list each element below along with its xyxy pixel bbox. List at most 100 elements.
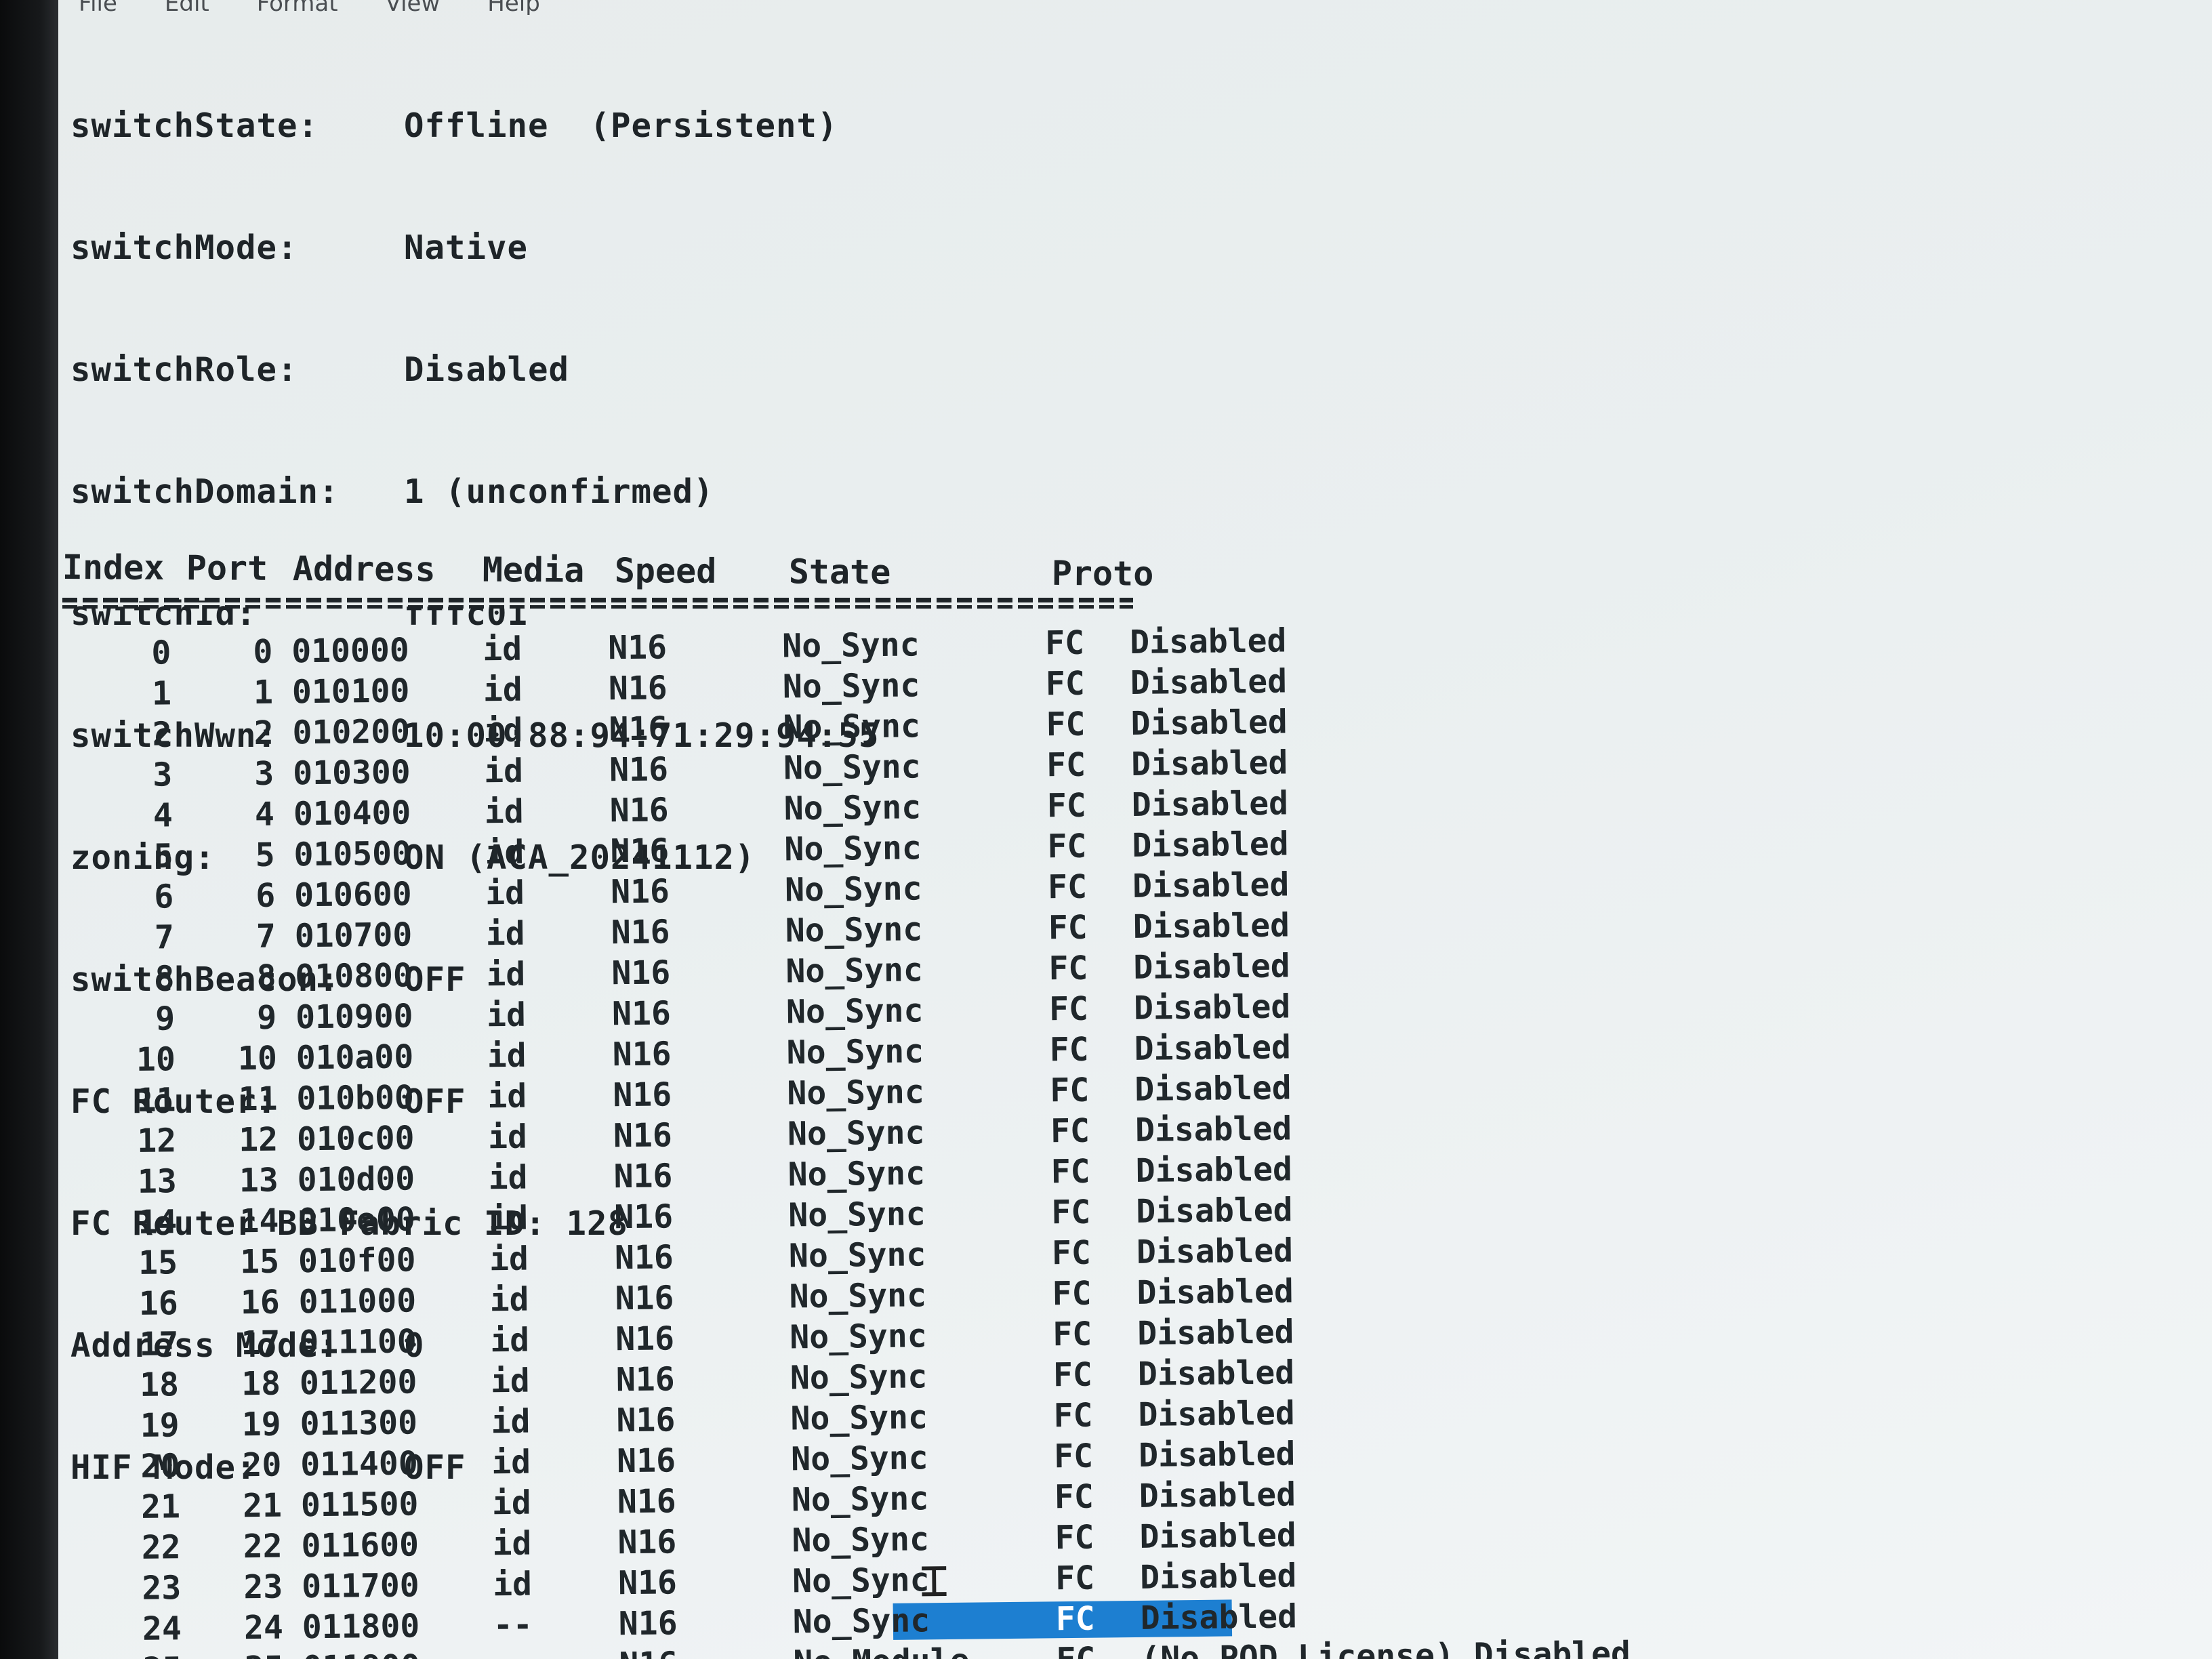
cell-port: 16 — [240, 1283, 280, 1322]
text-cursor-icon: ⌶ — [919, 1551, 949, 1608]
cell-media: id — [485, 914, 525, 954]
header-media: Media — [482, 550, 585, 590]
cell-media: id — [485, 833, 525, 872]
cell-proto: FC — [1051, 1193, 1091, 1232]
cell-status: Disabled — [1138, 1435, 1296, 1475]
cell-index: 9 — [155, 1000, 176, 1038]
cell-speed: N16 — [613, 1157, 673, 1196]
cell-speed: N16 — [617, 1523, 677, 1562]
cell-port: 8 — [256, 958, 276, 996]
cell-state: No_Sync — [789, 1276, 927, 1316]
cell-state: No_Module — [793, 1641, 970, 1659]
cell-state: No_Sync — [788, 1195, 926, 1235]
cell-media: id — [489, 1280, 529, 1319]
cell-port: 9 — [256, 998, 277, 1037]
cell-index: 18 — [139, 1366, 180, 1404]
cell-media: id — [491, 1483, 532, 1523]
cell-port: 6 — [255, 876, 276, 915]
cell-state: No_Sync — [781, 626, 920, 665]
cell-state: No_Sync — [783, 788, 922, 828]
cell-index: 10 — [136, 1040, 176, 1079]
cell-address: 011200 — [299, 1363, 417, 1403]
cell-speed: N16 — [618, 1604, 678, 1643]
cell-address: 011900 — [302, 1646, 420, 1659]
cell-port: 17 — [241, 1324, 281, 1363]
cell-state: No_Sync — [792, 1561, 930, 1601]
cell-media: id — [486, 996, 527, 1035]
cell-index: 6 — [154, 878, 174, 916]
cell-proto: FC — [1048, 949, 1088, 988]
cell-status: Disabled — [1139, 1475, 1296, 1515]
cell-status: Disabled — [1130, 743, 1288, 783]
cell-status: Disabled — [1132, 825, 1289, 865]
cell-proto: FC — [1050, 1152, 1090, 1191]
menu-help[interactable]: Help — [487, 0, 540, 15]
cell-port: 24 — [243, 1608, 284, 1647]
cell-address: 010a00 — [295, 1038, 414, 1078]
cell-media: id — [491, 1402, 531, 1441]
cell-index: 7 — [154, 918, 175, 957]
cell-port: 3 — [254, 754, 274, 793]
cell-state: No_Sync — [784, 829, 922, 869]
cell-port: 23 — [243, 1568, 283, 1607]
cell-proto: FC — [1046, 705, 1086, 744]
cell-status: Disabled — [1134, 1028, 1292, 1068]
cell-address: 010600 — [293, 875, 412, 915]
cell-status: Disabled — [1136, 1231, 1294, 1271]
cell-status: Disabled — [1134, 1069, 1292, 1109]
cell-address: 010d00 — [297, 1160, 415, 1200]
cell-speed: N16 — [615, 1360, 675, 1399]
cell-proto: FC — [1050, 1111, 1090, 1151]
cell-status: Disabled — [1130, 662, 1288, 702]
cell-address: 011100 — [299, 1322, 417, 1362]
header-state: State — [788, 552, 891, 592]
cell-address: 010e00 — [298, 1200, 416, 1240]
cell-speed: N16 — [612, 1035, 672, 1074]
cell-port: 14 — [239, 1202, 279, 1241]
cell-port: 7 — [255, 917, 276, 956]
cell-media: id — [486, 955, 526, 994]
cell-index: 22 — [141, 1528, 181, 1567]
cell-index: 16 — [138, 1284, 179, 1323]
cell-status: Disabled — [1130, 703, 1288, 743]
port-table-rows: 0 0 010000 id N16 No_Sync FC Disabled 1 1 010100 id… — [62, 611, 2212, 1659]
cell-status: Disabled — [1139, 1516, 1296, 1556]
cell-port: 5 — [255, 836, 275, 874]
info-row-switch-role: switchRole: Disabled — [70, 350, 880, 390]
cell-speed: N16 — [610, 872, 670, 912]
cell-port: 25 — [182, 1648, 284, 1659]
cell-proto: FC — [1046, 745, 1086, 785]
cell-state: No_Sync — [792, 1601, 930, 1641]
cell-media: id — [490, 1361, 531, 1401]
info-row-switch-mode: switchMode: Native — [70, 228, 880, 268]
cell-address: 010300 — [292, 753, 411, 793]
info-key: switchRole: — [70, 350, 298, 389]
cell-speed: N16 — [617, 1563, 678, 1603]
menu-view[interactable]: View — [386, 0, 441, 15]
menu-file[interactable]: File — [79, 0, 117, 15]
cell-proto: FC — [1052, 1315, 1092, 1354]
menu-edit[interactable]: Edit — [165, 0, 209, 15]
cell-media: -- — [493, 1645, 533, 1659]
cell-port: 20 — [242, 1446, 282, 1485]
cell-speed: N16 — [615, 1279, 674, 1318]
cell-port: 19 — [241, 1405, 281, 1444]
info-row-switch-state: switchState: Offline (Persistent) — [70, 106, 880, 146]
cell-media: id — [483, 711, 523, 750]
cell-state: No_Sync — [786, 1032, 924, 1072]
cell-media: id — [482, 630, 523, 669]
cell-port: 2 — [253, 714, 274, 752]
cell-port: 0 — [253, 632, 273, 671]
cell-port: 12 — [239, 1120, 279, 1160]
menu-format[interactable]: Format — [257, 0, 338, 15]
cell-index: 1 — [151, 674, 172, 713]
cell-media: id — [488, 1158, 528, 1197]
monitor-bezel — [0, 0, 58, 1659]
cell-speed: N16 — [617, 1482, 676, 1521]
cell-media: id — [490, 1321, 530, 1360]
cell-proto: FC — [1047, 867, 1088, 907]
cell-state: No_Sync — [790, 1439, 928, 1479]
cell-media: -- — [493, 1605, 533, 1645]
cell-proto: FC — [1055, 1599, 1095, 1639]
cell-proto: FC — [1054, 1518, 1094, 1557]
